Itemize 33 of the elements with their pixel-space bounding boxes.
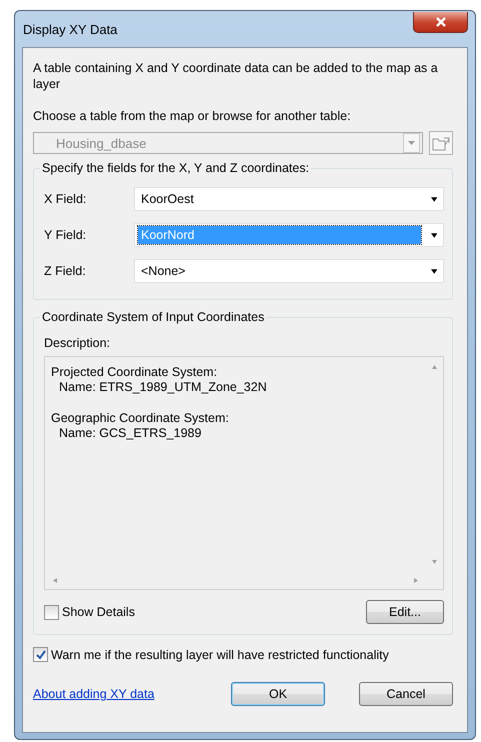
close-button[interactable] (413, 12, 468, 33)
description-line: Name: ETRS_1989_UTM_Zone_32N (58, 380, 268, 395)
dropdown-arrow-icon (430, 232, 437, 238)
intro-text: A table containing X and Y coordinate data can be added to the map as a layer (33, 60, 439, 92)
field-label: X Field: (44, 192, 88, 206)
table-prompt: Choose a table from the map or browse for another table: (33, 109, 352, 123)
description-label: Description: (44, 336, 111, 350)
dialog-button[interactable]: Cancel (359, 682, 453, 706)
scroll-down-icon (432, 560, 437, 564)
field-dropdown[interactable]: <None> (134, 259, 444, 283)
field-dropdown[interactable]: KoorOest (134, 187, 444, 211)
close-icon (434, 17, 446, 27)
window-title: Display XY Data (23, 22, 118, 37)
scroll-up-icon (432, 365, 437, 369)
field-label: Z Field: (44, 264, 87, 278)
edit-button[interactable]: Edit... (366, 600, 444, 624)
description-line: Projected Coordinate System: (51, 365, 218, 380)
group-title: Coordinate System of Input Coordinates (41, 310, 266, 324)
checkbox[interactable] (33, 647, 48, 662)
checkbox-label: Warn me if the resulting layer will have restricted functionality (51, 648, 389, 662)
dropdown-arrow-icon (430, 268, 437, 274)
checkbox-label: Show Details (62, 605, 135, 619)
checkbox[interactable] (44, 604, 59, 620)
description-line: Geographic Coordinate System: (51, 411, 230, 426)
scroll-right-icon (414, 578, 418, 583)
dialog-button[interactable]: OK (231, 682, 325, 706)
browse-button[interactable] (429, 131, 453, 155)
group-title: Specify the fields for the X, Y and Z coordinates: (41, 161, 310, 175)
field-label: Y Field: (44, 228, 88, 242)
scroll-left-icon (53, 578, 57, 583)
dropdown-arrow-icon (430, 196, 437, 202)
help-link[interactable]: About adding XY data (33, 687, 231, 701)
description-line: Name: GCS_ETRS_1989 (58, 426, 202, 441)
